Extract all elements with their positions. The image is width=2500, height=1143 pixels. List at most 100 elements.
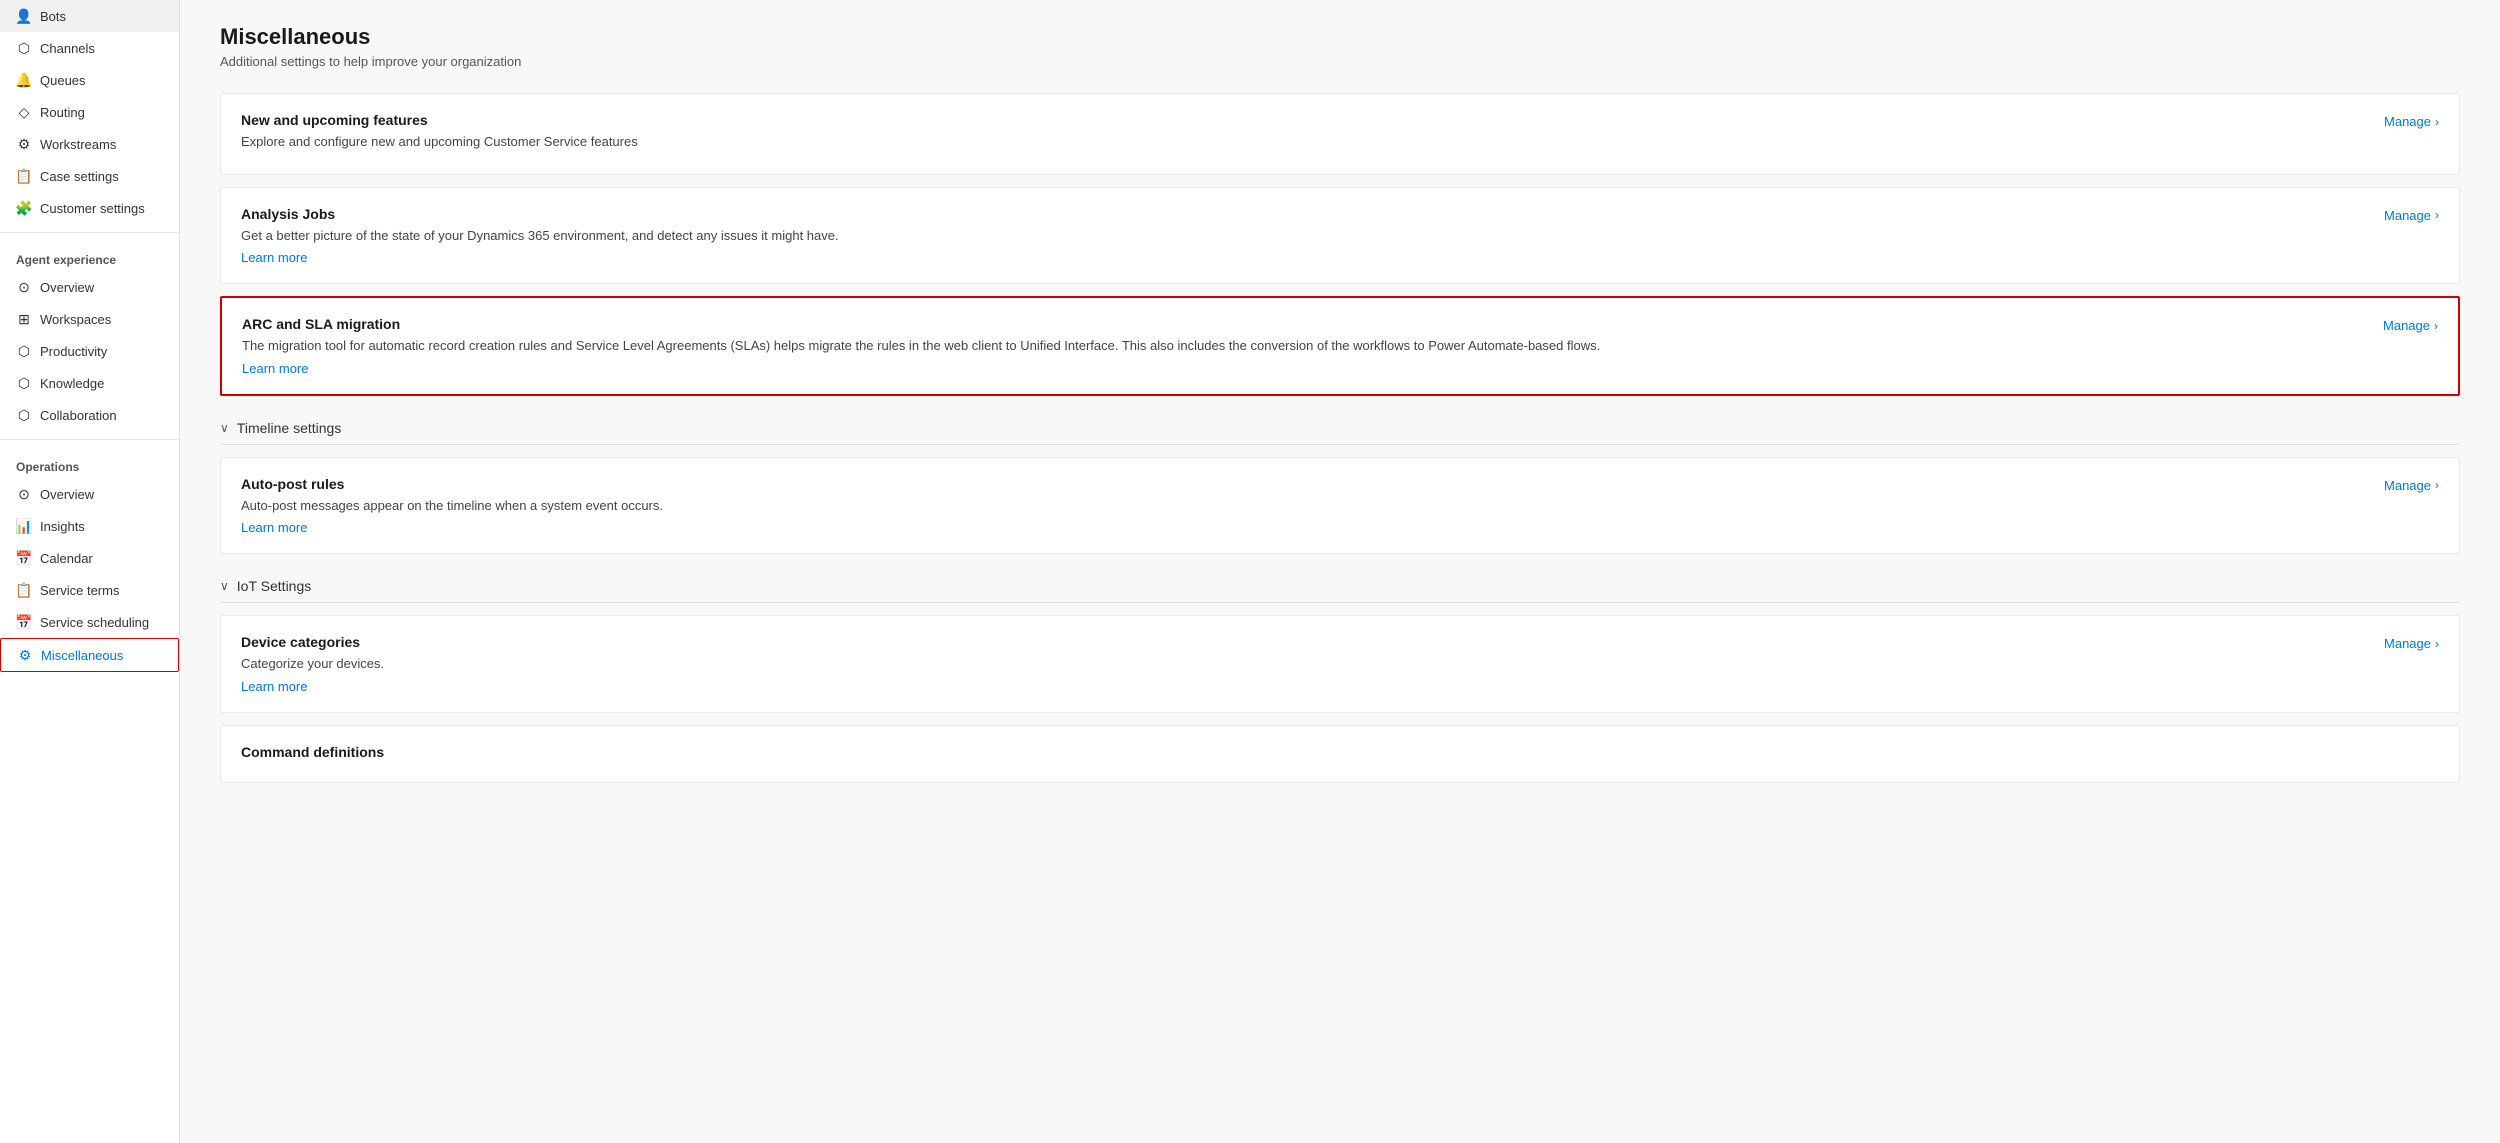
card-link-auto-post-rules[interactable]: Learn more: [241, 520, 307, 535]
section-header-timeline-settings[interactable]: ∨ Timeline settings: [220, 408, 2460, 444]
card-title-auto-post-rules: Auto-post rules: [241, 476, 2364, 492]
manage-label-device-categories: Manage: [2384, 636, 2431, 651]
card-title-arc-sla: ARC and SLA migration: [242, 316, 2363, 332]
sidebar-item-customer-settings[interactable]: 🧩 Customer settings: [0, 192, 179, 224]
sidebar-icon-service-scheduling: 📅: [16, 614, 32, 630]
sidebar-icon-workspaces: ⊞: [16, 311, 32, 327]
sidebar-label-service-scheduling: Service scheduling: [40, 615, 149, 630]
card-analysis-jobs: Analysis Jobs Get a better picture of th…: [220, 187, 2460, 285]
sidebar-item-service-terms[interactable]: 📋 Service terms: [0, 574, 179, 606]
chevron-right-icon: ›: [2434, 319, 2438, 333]
sidebar-item-case-settings[interactable]: 📋 Case settings: [0, 160, 179, 192]
sidebar-icon-calendar: 📅: [16, 550, 32, 566]
operations-header: Operations: [0, 448, 179, 478]
chevron-down-icon: ∨: [220, 421, 229, 435]
sidebar-item-insights[interactable]: 📊 Insights: [0, 510, 179, 542]
sidebar-item-workstreams[interactable]: ⚙ Workstreams: [0, 128, 179, 160]
card-new-features: New and upcoming features Explore and co…: [220, 93, 2460, 175]
card-title-analysis-jobs: Analysis Jobs: [241, 206, 2364, 222]
sidebar-item-overview-ops[interactable]: ⊙ Overview: [0, 478, 179, 510]
sidebar-label-routing: Routing: [40, 105, 85, 120]
sidebar-label-insights: Insights: [40, 519, 85, 534]
card-link-arc-sla[interactable]: Learn more: [242, 361, 308, 376]
sidebar-item-overview-agent[interactable]: ⊙ Overview: [0, 271, 179, 303]
sidebar-item-bots[interactable]: 👤 Bots: [0, 0, 179, 32]
card-desc-device-categories: Categorize your devices.: [241, 654, 2364, 674]
sidebar-icon-collaboration: ⬡: [16, 407, 32, 423]
sidebar-icon-insights: 📊: [16, 518, 32, 534]
sidebar-item-workspaces[interactable]: ⊞ Workspaces: [0, 303, 179, 335]
section-header-iot-settings[interactable]: ∨ IoT Settings: [220, 566, 2460, 602]
card-command-definitions: Command definitions: [220, 725, 2460, 783]
sidebar-item-collaboration[interactable]: ⬡ Collaboration: [0, 399, 179, 431]
sidebar-divider-1: [0, 232, 179, 233]
manage-label-new-features: Manage: [2384, 114, 2431, 129]
sidebar-icon-case-settings: 📋: [16, 168, 32, 184]
sidebar-item-miscellaneous[interactable]: ⚙ Miscellaneous: [0, 638, 179, 672]
manage-btn-analysis-jobs[interactable]: Manage ›: [2384, 208, 2439, 223]
sidebar-label-productivity: Productivity: [40, 344, 107, 359]
card-device-categories: Device categories Categorize your device…: [220, 615, 2460, 713]
section-label-iot-settings: IoT Settings: [237, 578, 311, 594]
sidebar-label-overview-agent: Overview: [40, 280, 94, 295]
manage-btn-device-categories[interactable]: Manage ›: [2384, 636, 2439, 651]
agent-experience-header: Agent experience: [0, 241, 179, 271]
section-divider-timeline-settings: [220, 444, 2460, 445]
sidebar-label-workstreams: Workstreams: [40, 137, 116, 152]
sidebar-label-bots: Bots: [40, 9, 66, 24]
sidebar-item-channels[interactable]: ⬡ Channels: [0, 32, 179, 64]
sidebar-item-knowledge[interactable]: ⬡ Knowledge: [0, 367, 179, 399]
sidebar-icon-queues: 🔔: [16, 72, 32, 88]
chevron-right-icon: ›: [2435, 637, 2439, 651]
sidebar-item-service-scheduling[interactable]: 📅 Service scheduling: [0, 606, 179, 638]
sidebar-icon-customer-settings: 🧩: [16, 200, 32, 216]
sidebar-item-routing[interactable]: ◇ Routing: [0, 96, 179, 128]
card-content-arc-sla: ARC and SLA migration The migration tool…: [242, 316, 2363, 376]
card-link-analysis-jobs[interactable]: Learn more: [241, 250, 307, 265]
manage-label-auto-post-rules: Manage: [2384, 478, 2431, 493]
sidebar: 👤 Bots ⬡ Channels 🔔 Queues ◇ Routing ⚙ W…: [0, 0, 180, 1143]
sidebar-label-calendar: Calendar: [40, 551, 93, 566]
section-label-timeline-settings: Timeline settings: [237, 420, 342, 436]
sidebar-icon-workstreams: ⚙: [16, 136, 32, 152]
chevron-right-icon: ›: [2435, 478, 2439, 492]
sidebar-label-service-terms: Service terms: [40, 583, 119, 598]
sidebar-item-productivity[interactable]: ⬡ Productivity: [0, 335, 179, 367]
manage-label-analysis-jobs: Manage: [2384, 208, 2431, 223]
card-title-new-features: New and upcoming features: [241, 112, 2364, 128]
card-desc-auto-post-rules: Auto-post messages appear on the timelin…: [241, 496, 2364, 516]
main-content: Miscellaneous Additional settings to hel…: [180, 0, 2500, 1143]
section-divider-iot-settings: [220, 602, 2460, 603]
sidebar-item-queues[interactable]: 🔔 Queues: [0, 64, 179, 96]
chevron-right-icon: ›: [2435, 208, 2439, 222]
card-content-command-definitions: Command definitions: [241, 744, 2439, 764]
sidebar-label-queues: Queues: [40, 73, 86, 88]
sidebar-label-channels: Channels: [40, 41, 95, 56]
manage-btn-arc-sla[interactable]: Manage ›: [2383, 318, 2438, 333]
sidebar-label-collaboration: Collaboration: [40, 408, 117, 423]
sidebar-icon-overview-agent: ⊙: [16, 279, 32, 295]
card-desc-analysis-jobs: Get a better picture of the state of you…: [241, 226, 2364, 246]
sidebar-icon-bots: 👤: [16, 8, 32, 24]
sidebar-label-workspaces: Workspaces: [40, 312, 111, 327]
card-content-auto-post-rules: Auto-post rules Auto-post messages appea…: [241, 476, 2364, 536]
card-auto-post-rules: Auto-post rules Auto-post messages appea…: [220, 457, 2460, 555]
card-title-device-categories: Device categories: [241, 634, 2364, 650]
manage-btn-auto-post-rules[interactable]: Manage ›: [2384, 478, 2439, 493]
card-arc-sla: ARC and SLA migration The migration tool…: [220, 296, 2460, 396]
chevron-down-icon: ∨: [220, 579, 229, 593]
card-content-device-categories: Device categories Categorize your device…: [241, 634, 2364, 694]
sidebar-icon-service-terms: 📋: [16, 582, 32, 598]
card-content-new-features: New and upcoming features Explore and co…: [241, 112, 2364, 156]
sidebar-label-knowledge: Knowledge: [40, 376, 104, 391]
sidebar-label-case-settings: Case settings: [40, 169, 119, 184]
manage-btn-new-features[interactable]: Manage ›: [2384, 114, 2439, 129]
chevron-right-icon: ›: [2435, 115, 2439, 129]
sidebar-icon-knowledge: ⬡: [16, 375, 32, 391]
card-desc-arc-sla: The migration tool for automatic record …: [242, 336, 2363, 356]
sidebar-item-calendar[interactable]: 📅 Calendar: [0, 542, 179, 574]
sidebar-icon-overview-ops: ⊙: [16, 486, 32, 502]
sidebar-label-overview-ops: Overview: [40, 487, 94, 502]
card-link-device-categories[interactable]: Learn more: [241, 679, 307, 694]
page-title: Miscellaneous: [220, 24, 2460, 50]
